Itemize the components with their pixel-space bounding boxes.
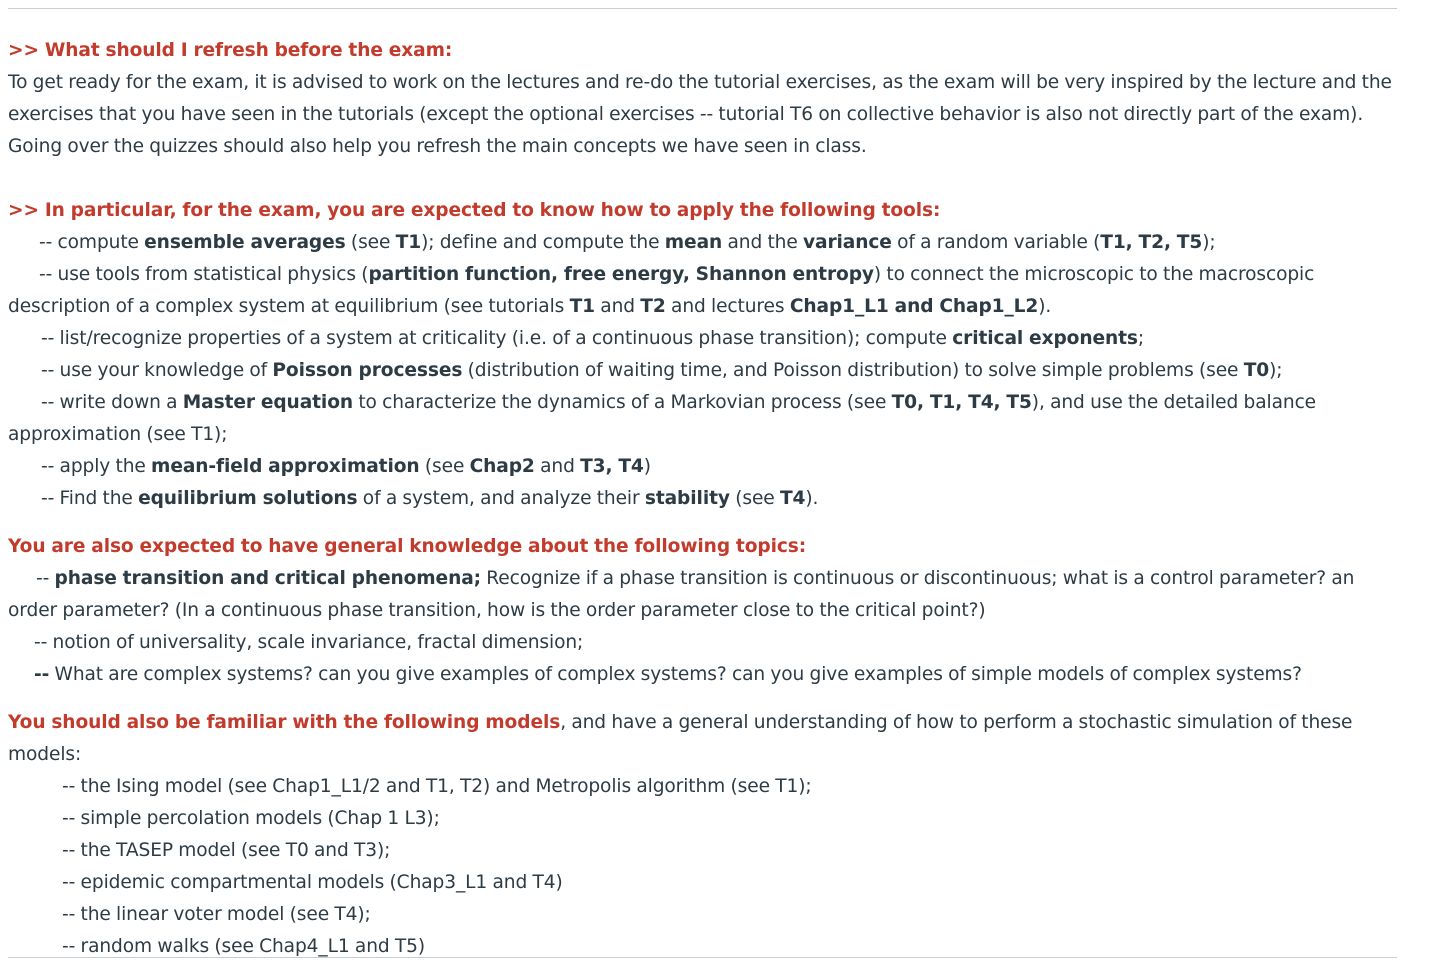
model-item-random-walks: -- random walks (see Chap4_L1 and T5) <box>62 936 426 957</box>
tool-item-ensemble: -- compute ensemble averages (see T1); d… <box>39 232 1216 253</box>
model-item-voter: -- the linear voter model (see T4); <box>62 904 371 925</box>
document-content: >> What should I refresh before the exam… <box>8 35 1408 963</box>
refresh-paragraph: To get ready for the exam, it is advised… <box>8 72 1392 157</box>
section-heading-tools: >> In particular, for the exam, you are … <box>8 200 941 221</box>
tool-item-mean-field: -- apply the mean-field approximation (s… <box>41 456 651 477</box>
topic-item-universality: -- notion of universality, scale invaria… <box>34 632 584 653</box>
top-divider <box>8 8 1397 9</box>
page: >> What should I refresh before the exam… <box>0 0 1450 964</box>
topic-item-complex-systems: -- What are complex systems? can you giv… <box>34 664 1302 685</box>
model-item-tasep: -- the TASEP model (see T0 and T3); <box>62 840 391 861</box>
model-item-ising: -- the Ising model (see Chap1_L1/2 and T… <box>62 776 812 797</box>
tool-item-equilibrium: -- Find the equilibrium solutions of a s… <box>41 488 819 509</box>
bottom-divider <box>8 957 1397 958</box>
tool-item-master-equation: -- write down a Master equation to chara… <box>8 392 1317 445</box>
tool-item-poisson: -- use your knowledge of Poisson process… <box>41 360 1283 381</box>
section-heading-topics: You are also expected to have general kn… <box>8 536 807 557</box>
tool-item-statphys: -- use tools from statistical physics (p… <box>8 264 1315 317</box>
section-heading-models: You should also be familiar with the fol… <box>8 712 1353 765</box>
model-item-percolation: -- simple percolation models (Chap 1 L3)… <box>62 808 440 829</box>
section-heading-refresh: >> What should I refresh before the exam… <box>8 40 453 61</box>
model-item-epidemic: -- epidemic compartmental models (Chap3_… <box>62 872 563 893</box>
topic-item-phase-transition: -- phase transition and critical phenome… <box>8 568 1355 621</box>
tool-item-criticality: -- list/recognize properties of a system… <box>41 328 1145 349</box>
